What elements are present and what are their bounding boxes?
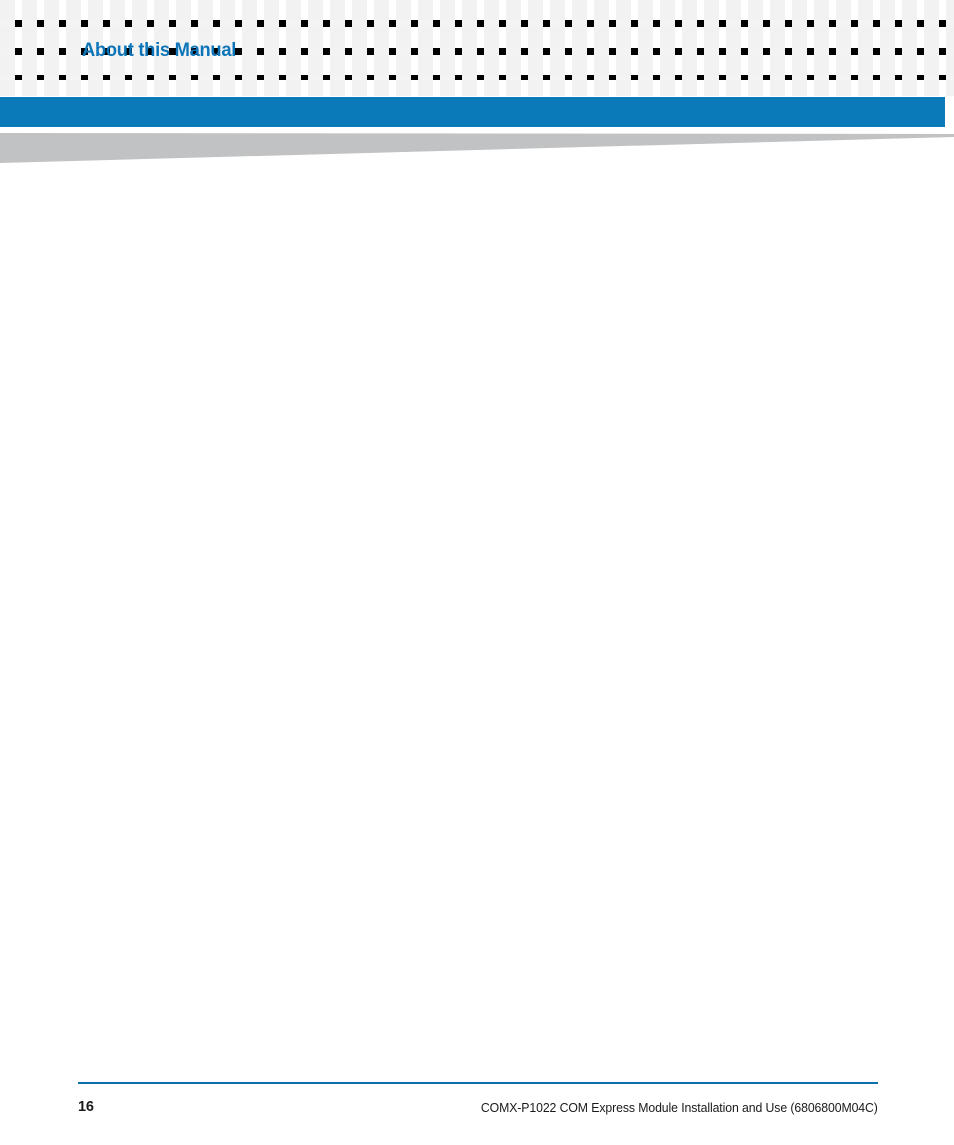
checker-row bbox=[0, 80, 954, 96]
header-blue-bar bbox=[0, 97, 945, 127]
footer-page-number: 16 bbox=[78, 1099, 94, 1115]
wedge-shape bbox=[0, 133, 954, 163]
header-gray-wedge bbox=[0, 133, 954, 165]
document-page: About this Manual 16 COMX-P1022 COM Expr… bbox=[0, 0, 954, 1145]
footer-rule-line bbox=[78, 1082, 878, 1084]
page-footer: 16 COMX-P1022 COM Express Module Install… bbox=[0, 1074, 954, 1145]
page-title: About this Manual bbox=[82, 39, 237, 61]
footer-document-title: COMX-P1022 COM Express Module Installati… bbox=[481, 1100, 878, 1115]
checker-row bbox=[0, 0, 954, 20]
page-content-area bbox=[78, 180, 878, 1050]
